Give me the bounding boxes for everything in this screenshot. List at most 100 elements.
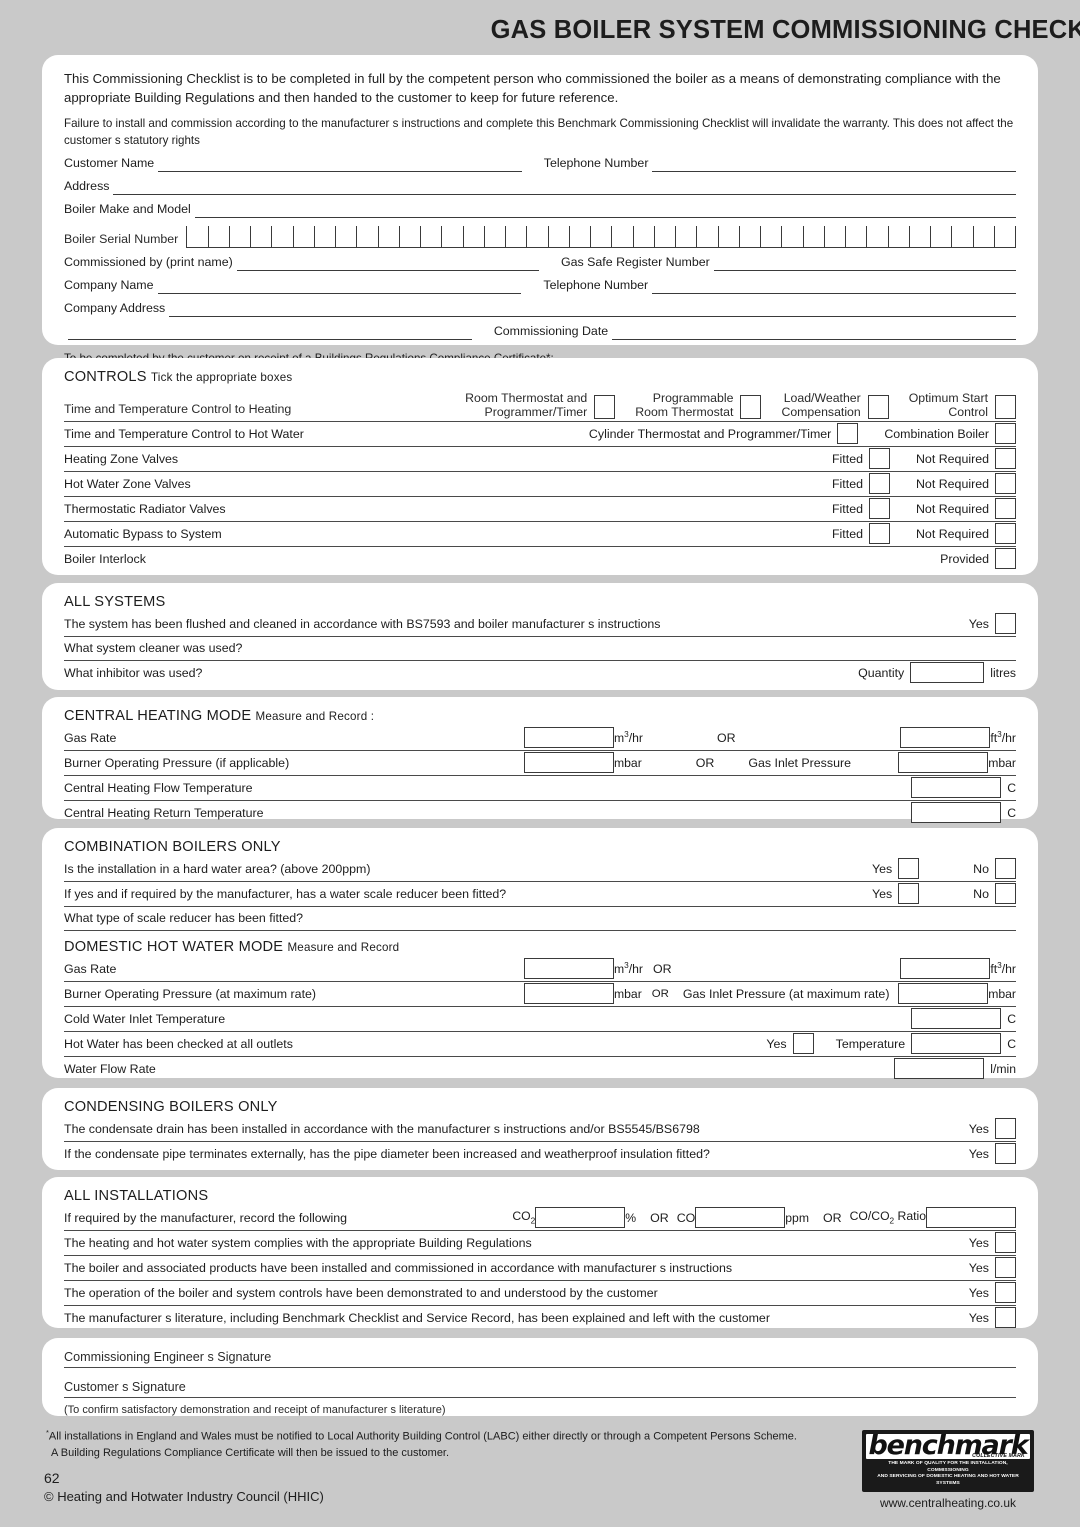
checkbox-heating-zone-valves-not-required[interactable] (995, 448, 1016, 470)
input-company-telephone-number[interactable] (652, 281, 1017, 295)
input-co-co2-ratio[interactable] (926, 1207, 1016, 1228)
row-boiler-make-model: Boiler Make and Model (42, 202, 1038, 219)
central-heating-heading-main: CENTRAL HEATING MODE (64, 708, 252, 724)
input-ch-burner-pressure[interactable] (524, 752, 614, 773)
input-company-name[interactable] (157, 281, 522, 295)
ch-row-gas-rate: Gas Rate m3/hr OR ft3/hr (64, 726, 1016, 751)
label-system-flushed: The system has been flushed and cleaned … (64, 616, 661, 631)
input-address[interactable] (113, 182, 1016, 196)
input-ch-gas-rate-imperial[interactable] (900, 727, 991, 748)
checkbox-boiler-interlock-provided[interactable] (995, 548, 1016, 570)
combi-row-scale-reducer-type: What type of scale reducer has been fitt… (64, 907, 1016, 931)
panel-all-installations: ALL INSTALLATIONS If required by the man… (42, 1177, 1038, 1328)
label-record-following: If required by the manufacturer, record … (64, 1210, 348, 1225)
checkbox-cylinder-thermostat-programmer[interactable] (837, 423, 859, 445)
input-water-flow-rate[interactable] (894, 1058, 985, 1079)
input-boiler-serial-number[interactable] (186, 226, 1017, 249)
input-co2-percent[interactable] (535, 1207, 626, 1228)
checkbox-condensate-pipe-yes[interactable] (995, 1143, 1016, 1164)
checkbox-hard-water-no[interactable] (995, 858, 1016, 879)
checkbox-scale-reducer-no[interactable] (995, 883, 1016, 904)
input-telephone-number[interactable] (652, 159, 1016, 173)
checkbox-system-complies-yes[interactable] (995, 1232, 1016, 1253)
footnote: *All installations in England and Wales … (46, 1428, 836, 1462)
input-ch-gas-rate-metric[interactable] (524, 727, 614, 748)
checkbox-trv-fitted[interactable] (868, 498, 890, 520)
option-line1: Optimum Start (908, 391, 988, 405)
checkbox-operation-demonstrated-yes[interactable] (995, 1282, 1016, 1303)
input-gas-safe-register-number[interactable] (713, 258, 1016, 272)
checkbox-optimum-start-control[interactable] (995, 395, 1016, 420)
input-commissioned-by[interactable] (236, 258, 539, 272)
input-company-address[interactable] (169, 304, 1016, 318)
checkbox-programmable-room-thermostat[interactable] (740, 395, 762, 420)
checkbox-hot-water-zone-valves-not-required[interactable] (995, 473, 1016, 495)
checkbox-combination-boiler[interactable] (995, 423, 1016, 445)
input-dhw-burner-pressure[interactable] (524, 983, 614, 1004)
panel-central-heating-mode: CENTRAL HEATING MODE Measure and Record … (42, 697, 1038, 823)
label-yes: Yes (968, 1121, 989, 1136)
checkbox-bypass-fitted[interactable] (868, 523, 890, 545)
input-ch-gas-inlet-pressure[interactable] (898, 752, 989, 773)
input-dhw-gas-rate-imperial[interactable] (900, 958, 991, 979)
label-address: Address (64, 179, 110, 194)
checkbox-trv-not-required[interactable] (995, 498, 1016, 520)
website-url[interactable]: www.centralheating.co.uk (862, 1496, 1034, 1510)
checkbox-bypass-not-required[interactable] (995, 523, 1016, 545)
label-yes: Yes (968, 1146, 989, 1161)
signature-engineer[interactable]: Commissioning Engineer s Signature (64, 1338, 1016, 1368)
label-condensate-pipe-external: If the condensate pipe terminates extern… (64, 1146, 710, 1161)
control-option-load-weather-compensation[interactable]: Load/Weather Compensation (781, 391, 889, 420)
input-dhw-gas-inlet-pressure[interactable] (898, 983, 989, 1004)
dhw-row-hot-water-checked: Hot Water has been checked at all outlet… (64, 1032, 1016, 1057)
checkbox-literature-left-yes[interactable] (995, 1307, 1016, 1328)
dhw-row-burner-pressure: Burner Operating Pressure (at maximum ra… (64, 982, 1016, 1007)
option-line1: Room Thermostat and (465, 391, 588, 405)
controls-heating-row: Time and Temperature Control to Heating … (64, 387, 1016, 423)
label-company-telephone-number: Telephone Number (543, 278, 649, 293)
input-co-ppm[interactable] (695, 1207, 786, 1228)
input-ch-flow-temperature[interactable] (911, 777, 1002, 798)
dhw-heading: DOMESTIC HOT WATER MODE Measure and Reco… (42, 931, 1038, 957)
input-company-address-line2[interactable] (68, 327, 472, 341)
label-system-cleaner: What system cleaner was used? (64, 641, 243, 655)
checkbox-hot-water-checked-yes[interactable] (792, 1033, 814, 1054)
input-ch-return-temperature[interactable] (911, 802, 1002, 823)
unit-litres: litres (990, 665, 1016, 680)
checkbox-hot-water-zone-valves-fitted[interactable] (868, 473, 890, 495)
controls-heading: CONTROLS Tick the appropriate boxes (42, 358, 1038, 387)
footnote-line-2: A Building Regulations Compliance Certif… (51, 1446, 450, 1459)
unit-percent: % (625, 1210, 637, 1225)
checkbox-condensate-drain-yes[interactable] (995, 1118, 1016, 1139)
input-hot-water-temperature[interactable] (911, 1033, 1002, 1054)
input-commissioning-date[interactable] (612, 327, 1016, 341)
panel-signatures: Commissioning Engineer s Signature Custo… (42, 1338, 1038, 1416)
unit-celsius: C (1007, 805, 1016, 820)
signature-customer[interactable]: Customer s Signature (64, 1368, 1016, 1398)
input-dhw-gas-rate-metric[interactable] (524, 958, 614, 979)
checkbox-scale-reducer-yes[interactable] (898, 883, 920, 904)
input-cold-water-inlet-temperature[interactable] (911, 1008, 1002, 1029)
input-boiler-make-model[interactable] (194, 205, 1016, 219)
unit-mbar: mbar (988, 986, 1016, 1001)
control-option-programmable-room-thermostat[interactable]: Programmable Room Thermostat (635, 391, 762, 420)
label-yes: Yes (968, 1285, 989, 1300)
checkbox-system-flushed-yes[interactable] (995, 613, 1016, 634)
checkbox-room-thermostat-programmer[interactable] (594, 395, 616, 420)
checkbox-heating-zone-valves-fitted[interactable] (868, 448, 890, 470)
checkbox-load-weather-compensation[interactable] (867, 395, 889, 420)
label-ch-burner-pressure: Burner Operating Pressure (if applicable… (64, 755, 290, 770)
central-heating-heading: CENTRAL HEATING MODE Measure and Record … (42, 697, 1038, 726)
checkbox-hard-water-yes[interactable] (898, 858, 920, 879)
control-option-optimum-start-control[interactable]: Optimum Start Control (908, 391, 1016, 420)
all-systems-row-cleaner: What system cleaner was used? (64, 637, 1016, 661)
all-systems-row-flushed: The system has been flushed and cleaned … (64, 612, 1016, 637)
controls-row-hot-water-zone-valves: Hot Water Zone Valves Fitted Not Require… (64, 472, 1016, 498)
unit-mbar: mbar (614, 755, 642, 770)
input-customer-name[interactable] (158, 159, 522, 173)
input-inhibitor-quantity[interactable] (910, 662, 985, 683)
label-hard-water-area: Is the installation in a hard water area… (64, 861, 371, 876)
control-option-room-thermostat-programmer[interactable]: Room Thermostat and Programmer/Timer (465, 391, 616, 420)
row-company-address: Company Address (42, 301, 1038, 318)
checkbox-boiler-installed-yes[interactable] (995, 1257, 1016, 1278)
